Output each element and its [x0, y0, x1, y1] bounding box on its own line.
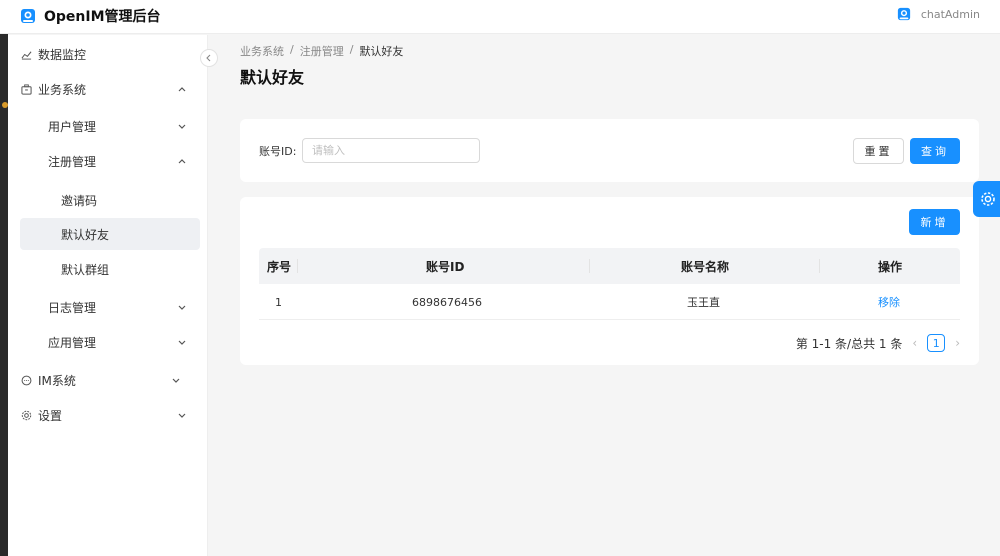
sidebar-item-invite-code[interactable]: 邀请码 — [20, 183, 200, 217]
line-chart-icon — [20, 48, 32, 60]
column-header-account-name: 账号名称 — [681, 259, 730, 274]
sidebar-item-label: 默认群组 — [61, 262, 110, 277]
sidebar-item-label: 设置 — [38, 408, 63, 423]
chevron-down-icon — [178, 413, 186, 418]
pagination: 第 1-1 条/总共 1 条 ‹ 1 › — [796, 334, 960, 352]
query-button[interactable]: 查询 — [910, 138, 960, 164]
sidebar-item-label: 邀请码 — [61, 193, 98, 208]
sidebar-item-label: 数据监控 — [38, 47, 87, 62]
sidebar: 数据监控 业务系统 用户管理 注册管理 邀请码 默认好友 默认群组 日志管理 应… — [8, 35, 208, 556]
chevron-down-icon — [178, 340, 186, 345]
page-title: 默认好友 — [240, 68, 305, 87]
add-button[interactable]: 新增 — [909, 209, 960, 235]
sidebar-item-app-management[interactable]: 应用管理 — [20, 325, 200, 359]
filter-card: 账号ID: 重置 查询 — [240, 119, 979, 182]
sidebar-item-registration-management[interactable]: 注册管理 — [20, 144, 200, 178]
prev-page-icon[interactable]: ‹ — [912, 336, 917, 350]
breadcrumb-item[interactable]: 注册管理 — [300, 43, 344, 59]
chevron-up-icon — [178, 87, 186, 92]
remove-link[interactable]: 移除 — [878, 284, 900, 320]
avatar — [897, 7, 910, 21]
sidebar-item-label: 业务系统 — [38, 82, 87, 97]
row-account-name: 玉王直 — [687, 296, 720, 309]
chevron-down-icon — [178, 124, 186, 129]
sidebar-item-default-friends[interactable]: 默认好友 — [20, 218, 200, 250]
chevron-down-icon — [178, 305, 186, 310]
user-name: chatAdmin — [920, 7, 980, 21]
chevron-left-icon — [206, 54, 211, 62]
sidebar-collapse-button[interactable] — [200, 49, 218, 67]
account-id-input[interactable] — [302, 138, 480, 163]
app-title: OpenIM管理后台 — [44, 9, 161, 25]
column-divider — [819, 259, 820, 273]
sidebar-item-label: 日志管理 — [48, 300, 97, 315]
sidebar-item-business-system[interactable]: 业务系统 — [20, 72, 200, 106]
row-account-id: 6898676456 — [412, 295, 482, 309]
sidebar-item-default-groups[interactable]: 默认群组 — [20, 252, 200, 286]
breadcrumb: 业务系统 / 注册管理 / 默认好友 — [240, 43, 403, 59]
breadcrumb-separator: / — [349, 43, 354, 56]
user-menu[interactable]: chatAdmin — [897, 7, 980, 21]
breadcrumb-item[interactable]: 业务系统 — [240, 43, 284, 59]
gear-icon — [981, 192, 995, 206]
row-index: 1 — [275, 295, 282, 309]
brand[interactable]: OpenIM管理后台 — [20, 6, 161, 26]
sidebar-item-log-management[interactable]: 日志管理 — [20, 290, 200, 324]
sidebar-item-label: 默认好友 — [61, 227, 110, 242]
breadcrumb-current: 默认好友 — [359, 45, 404, 58]
chevron-down-icon — [172, 378, 180, 383]
column-header-actions: 操作 — [878, 259, 903, 274]
top-header: OpenIM管理后台 chatAdmin — [0, 0, 1000, 34]
sidebar-item-label: 用户管理 — [48, 119, 97, 134]
sidebar-item-settings[interactable]: 设置 — [20, 398, 200, 432]
column-divider — [297, 259, 298, 273]
account-id-label: 账号ID: — [259, 145, 297, 158]
breadcrumb-separator: / — [290, 43, 294, 56]
sidebar-item-label: 注册管理 — [48, 154, 97, 169]
column-header-account-id: 账号ID — [426, 259, 465, 274]
table-card: 新增 序号 账号ID 账号名称 操作 1 6898676456 玉王直 移除 第… — [240, 197, 979, 365]
sidebar-item-im-system[interactable]: IM系统 — [14, 363, 194, 397]
column-divider — [589, 259, 590, 273]
page-number-current[interactable]: 1 — [927, 334, 946, 352]
sidebar-item-label: 应用管理 — [48, 335, 97, 350]
floating-settings-button[interactable] — [973, 181, 1000, 217]
pagination-summary: 第 1-1 条/总共 1 条 — [795, 336, 903, 351]
briefcase-icon — [20, 83, 32, 95]
openim-logo-icon — [21, 9, 35, 23]
window-edge — [0, 0, 8, 556]
column-header-index: 序号 — [267, 259, 292, 274]
message-icon — [20, 374, 32, 386]
next-page-icon[interactable]: › — [955, 336, 960, 350]
sidebar-item-data-monitor[interactable]: 数据监控 — [20, 37, 200, 71]
reset-button[interactable]: 重置 — [853, 138, 904, 164]
table-row: 1 6898676456 玉王直 移除 — [259, 284, 960, 320]
sidebar-item-label: IM系统 — [38, 373, 76, 388]
gear-icon — [20, 409, 32, 421]
table-header: 序号 账号ID 账号名称 操作 — [259, 248, 960, 284]
chevron-up-icon — [178, 159, 186, 164]
sidebar-item-user-management[interactable]: 用户管理 — [20, 109, 200, 143]
